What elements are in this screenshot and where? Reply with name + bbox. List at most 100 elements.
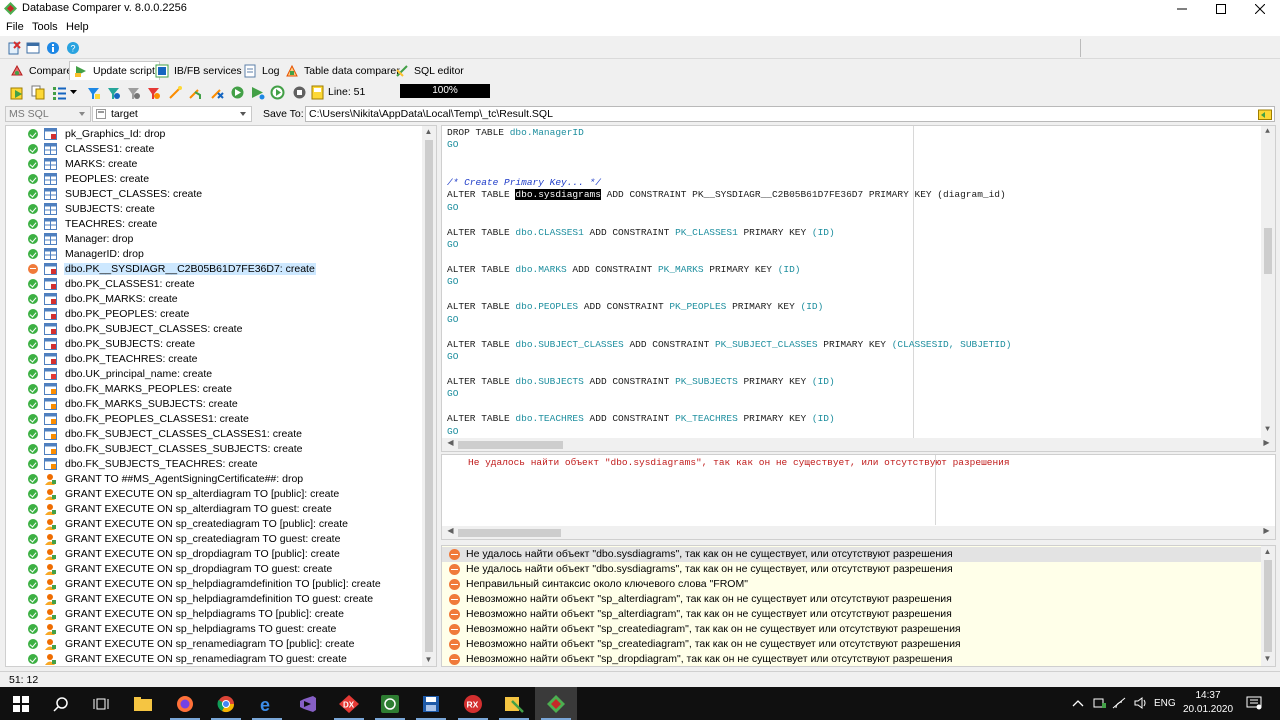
tab-update-script[interactable]: Update script <box>69 61 160 80</box>
tree-item[interactable]: dbo.PK_MARKS: create <box>6 292 426 307</box>
editor-vscroll-thumb[interactable] <box>1264 228 1272 274</box>
ok-status-icon[interactable] <box>28 474 38 484</box>
taskbar-file-explorer[interactable] <box>122 687 164 720</box>
ok-status-icon[interactable] <box>28 564 38 574</box>
ok-status-icon[interactable] <box>28 189 38 199</box>
tree-item[interactable]: Manager: drop <box>6 232 426 247</box>
ok-status-icon[interactable] <box>28 504 38 514</box>
script-editor[interactable]: DROP TABLE dbo.ManagerID GO/* Create Prim… <box>441 125 1276 452</box>
message-hscrollbar[interactable]: ◀ ▶ <box>442 526 1275 539</box>
tree-item[interactable]: dbo.FK_SUBJECT_CLASSES_SUBJECTS: create <box>6 442 426 457</box>
info-button[interactable] <box>44 39 62 57</box>
tab-compare[interactable]: Compare <box>5 61 77 80</box>
ok-status-icon[interactable] <box>28 369 38 379</box>
tree-item[interactable]: dbo.FK_MARKS_SUBJECTS: create <box>6 397 426 412</box>
tree-item[interactable]: dbo.PK__SYSDIAGR__C2B05B61D7FE36D7: crea… <box>6 262 426 277</box>
next-button[interactable] <box>228 83 246 101</box>
tree-item[interactable]: GRANT EXECUTE ON sp_dropdiagram TO guest… <box>6 562 426 577</box>
ok-status-icon[interactable] <box>28 129 38 139</box>
tab-ib-fb-services[interactable]: IB/FB services <box>150 61 247 80</box>
tree-item[interactable]: GRANT EXECUTE ON sp_helpdiagramdefinitio… <box>6 592 426 607</box>
tree-item[interactable]: SUBJECT_CLASSES: create <box>6 187 426 202</box>
notification-center-icon[interactable] <box>1246 696 1262 710</box>
list-options-button[interactable] <box>50 83 68 101</box>
ok-status-icon[interactable] <box>28 144 38 154</box>
tree-item[interactable]: dbo.PK_PEOPLES: create <box>6 307 426 322</box>
run-script-button[interactable] <box>8 83 26 101</box>
scroll-down-arrow[interactable]: ▼ <box>1259 424 1275 436</box>
task-view-button[interactable] <box>80 687 122 720</box>
tree-item[interactable]: dbo.FK_PEOPLES_CLASSES1: create <box>6 412 426 427</box>
taskbar-visual-studio[interactable] <box>287 687 329 720</box>
tree-item[interactable]: SUBJECTS: create <box>6 202 426 217</box>
menu-help[interactable]: Help <box>66 21 89 33</box>
ok-status-icon[interactable] <box>28 384 38 394</box>
tree-item[interactable]: dbo.FK_MARKS_PEOPLES: create <box>6 382 426 397</box>
run-next-button[interactable] <box>248 83 266 101</box>
taskbar-rx[interactable]: RX <box>452 687 494 720</box>
tab-log[interactable]: Log <box>238 61 285 80</box>
search-button[interactable] <box>40 687 82 720</box>
filter-errors-button[interactable] <box>144 83 162 101</box>
tree-item[interactable]: GRANT EXECUTE ON sp_creatediagram TO [pu… <box>6 517 426 532</box>
scroll-up-arrow[interactable]: ▲ <box>1259 126 1275 138</box>
db-type-select[interactable]: MS SQL <box>5 106 91 122</box>
ok-status-icon[interactable] <box>28 204 38 214</box>
error-list[interactable]: Не удалось найти объект "dbo.sysdiagrams… <box>441 545 1276 667</box>
ok-status-icon[interactable] <box>28 429 38 439</box>
taskbar-firefox[interactable] <box>164 687 206 720</box>
scroll-left-arrow[interactable]: ◀ <box>442 438 459 450</box>
stop-button[interactable] <box>290 83 308 101</box>
tree-item[interactable]: GRANT EXECUTE ON sp_helpdiagrams TO [pub… <box>6 607 426 622</box>
tree-item[interactable]: dbo.PK_CLASSES1: create <box>6 277 426 292</box>
wand-button[interactable] <box>166 83 184 101</box>
error-row[interactable]: Не удалось найти объект "dbo.sysdiagrams… <box>442 547 1262 562</box>
tree-scrollbar[interactable]: ▲ ▼ <box>422 126 436 666</box>
menu-tools[interactable]: Tools <box>32 21 58 33</box>
editor-vscrollbar[interactable]: ▲ ▼ <box>1261 126 1275 438</box>
tray-chevron-up-icon[interactable] <box>1072 698 1084 708</box>
help-button[interactable]: ? <box>64 39 82 57</box>
tree-item[interactable]: dbo.FK_SUBJECTS_TEACHRES: create <box>6 457 426 472</box>
errors-scrollbar[interactable]: ▲ ▼ <box>1261 546 1275 666</box>
ok-status-icon[interactable] <box>28 354 38 364</box>
save-to-path-input[interactable]: C:\Users\Nikita\AppData\Local\Temp\_tc\R… <box>305 106 1275 122</box>
error-row[interactable]: Невозможно найти объект "sp_creatediagra… <box>442 622 1262 637</box>
tree-item[interactable]: CLASSES1: create <box>6 142 426 157</box>
save-script-button[interactable] <box>308 83 326 101</box>
tray-wifi-icon[interactable] <box>1112 697 1126 709</box>
menu-file[interactable]: File <box>6 21 24 33</box>
ok-status-icon[interactable] <box>28 234 38 244</box>
tree-item[interactable]: dbo.UK_principal_name: create <box>6 367 426 382</box>
tree-item[interactable]: MARKS: create <box>6 157 426 172</box>
tree-item[interactable]: PEOPLES: create <box>6 172 426 187</box>
taskbar-edge[interactable]: e <box>246 687 288 720</box>
scroll-left-arrow[interactable]: ◀ <box>442 526 459 538</box>
error-status-icon[interactable] <box>28 264 38 274</box>
tree-item[interactable]: dbo.FK_SUBJECT_CLASSES_CLASSES1: create <box>6 427 426 442</box>
ok-status-icon[interactable] <box>28 249 38 259</box>
filter-views-button[interactable] <box>104 83 122 101</box>
taskbar-notes-app[interactable] <box>493 687 535 720</box>
ok-status-icon[interactable] <box>28 639 38 649</box>
ok-status-icon[interactable] <box>28 579 38 589</box>
ok-status-icon[interactable] <box>28 489 38 499</box>
delete-connection-button[interactable] <box>5 39 23 57</box>
ok-status-icon[interactable] <box>28 519 38 529</box>
tree-item[interactable]: TEACHRES: create <box>6 217 426 232</box>
message-pane[interactable]: Не удалось найти объект "dbo.sysdiagrams… <box>441 454 1276 540</box>
ok-status-icon[interactable] <box>28 444 38 454</box>
taskbar-chrome[interactable] <box>205 687 247 720</box>
taskbar-database-comparer[interactable] <box>535 687 577 720</box>
list-options-dropdown[interactable] <box>68 83 78 101</box>
taskbar-whatsapp[interactable] <box>369 687 411 720</box>
message-hscroll-thumb[interactable] <box>458 529 561 537</box>
tree-item[interactable]: GRANT EXECUTE ON sp_dropdiagram TO [publ… <box>6 547 426 562</box>
tree-item[interactable]: pk_Graphics_Id: drop <box>6 127 426 142</box>
ok-status-icon[interactable] <box>28 624 38 634</box>
error-row[interactable]: Невозможно найти объект "sp_dropdiagram"… <box>442 652 1262 666</box>
target-db-select[interactable]: target <box>92 106 252 122</box>
ok-status-icon[interactable] <box>28 294 38 304</box>
tree-item[interactable]: ManagerID: drop <box>6 247 426 262</box>
ok-status-icon[interactable] <box>28 654 38 664</box>
